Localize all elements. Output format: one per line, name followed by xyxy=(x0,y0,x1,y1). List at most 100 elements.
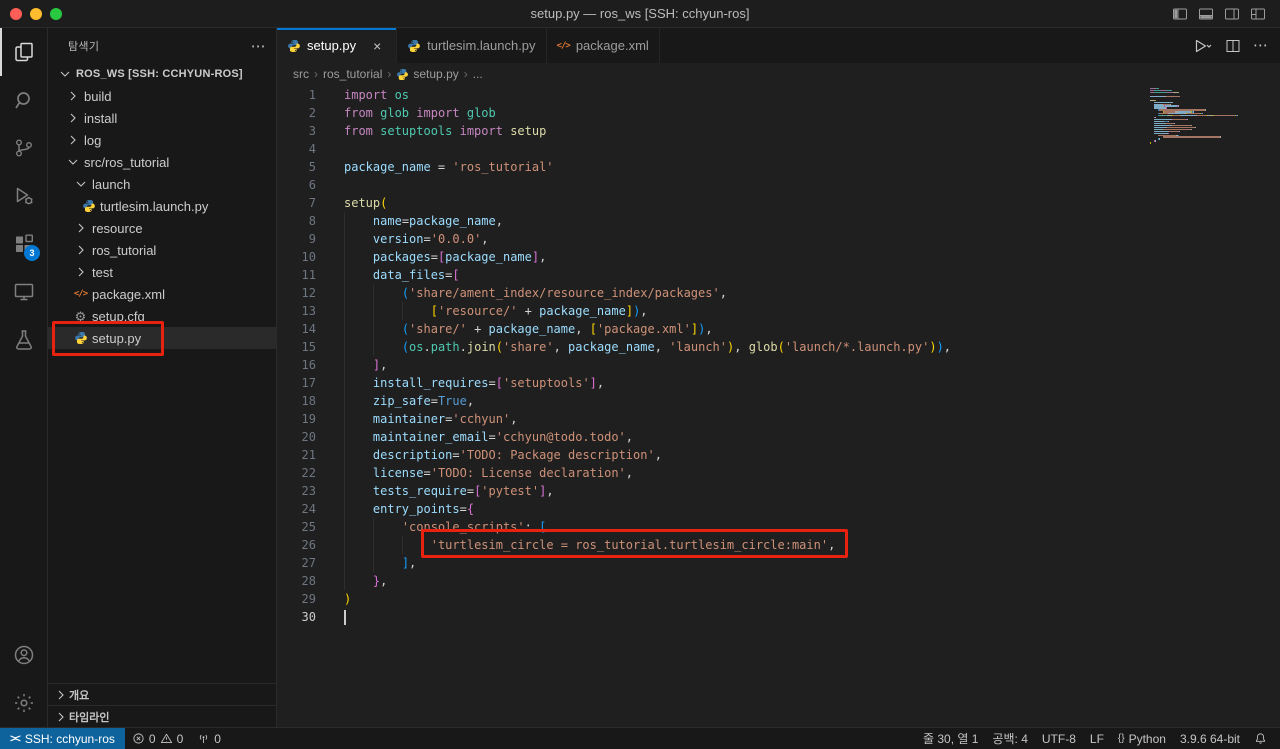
line-number[interactable]: 22 xyxy=(277,464,316,482)
code-line-20[interactable]: 20 maintainer_email ='cchyun@todo.todo', xyxy=(277,428,1280,446)
remote-indicator[interactable]: >< SSH: cchyun-ros xyxy=(0,728,125,749)
line-number[interactable]: 18 xyxy=(277,392,316,410)
line-number[interactable]: 28 xyxy=(277,572,316,590)
line-number[interactable]: 10 xyxy=(277,248,316,266)
code-line-4[interactable]: 4 xyxy=(277,140,1280,158)
tab-package-xml[interactable]: </> package.xml xyxy=(546,28,660,63)
layout-panel-icon[interactable] xyxy=(1198,6,1214,22)
line-number[interactable]: 11 xyxy=(277,266,316,284)
code-line-11[interactable]: 11 data_files =[ xyxy=(277,266,1280,284)
status-indentation[interactable]: 공백: 4 xyxy=(985,728,1034,749)
activity-settings[interactable] xyxy=(0,679,47,727)
code-line-15[interactable]: 15 (os. path. join('share', package_name, … xyxy=(277,338,1280,356)
tree-item-test[interactable]: test xyxy=(48,261,276,283)
section-outline[interactable]: 개요 xyxy=(48,683,276,705)
line-number[interactable]: 5 xyxy=(277,158,316,176)
more-actions-icon[interactable]: ⋯ xyxy=(251,37,266,55)
run-icon[interactable] xyxy=(1193,38,1213,54)
status-eol[interactable]: LF xyxy=(1083,728,1111,749)
line-number[interactable]: 20 xyxy=(277,428,316,446)
code-line-28[interactable]: 28 }, xyxy=(277,572,1280,590)
status-encoding[interactable]: UTF-8 xyxy=(1035,728,1083,749)
line-number[interactable]: 8 xyxy=(277,212,316,230)
status-notifications[interactable] xyxy=(1247,728,1274,749)
code-line-17[interactable]: 17 install_requires =['setuptools'], xyxy=(277,374,1280,392)
tree-item-setup-py[interactable]: setup.py xyxy=(48,327,276,349)
activity-extensions[interactable]: 3 xyxy=(0,220,47,268)
ports-indicator[interactable]: 0 xyxy=(190,728,228,749)
line-number[interactable]: 3 xyxy=(277,122,316,140)
breadcrumb-src[interactable]: src xyxy=(293,67,309,81)
breadcrumb-setup-py[interactable]: setup.py xyxy=(396,67,459,81)
code-line-3[interactable]: 3 from setuptools import setup xyxy=(277,122,1280,140)
tab-setup-py[interactable]: setup.py × xyxy=(277,28,398,63)
tab-turtlesim-launch-py[interactable]: turtlesim.launch.py xyxy=(397,28,547,63)
line-number[interactable]: 19 xyxy=(277,410,316,428)
code-line-19[interactable]: 19 maintainer ='cchyun', xyxy=(277,410,1280,428)
line-number[interactable]: 12 xyxy=(277,284,316,302)
code-line-6[interactable]: 6 xyxy=(277,176,1280,194)
tree-item-build[interactable]: build xyxy=(48,85,276,107)
line-number[interactable]: 9 xyxy=(277,230,316,248)
tree-item-src-ros-tutorial[interactable]: src/ros_tutorial xyxy=(48,151,276,173)
activity-source-control[interactable] xyxy=(0,124,47,172)
code-editor[interactable]: 1 import os 2 from glob import glob 3 from se… xyxy=(277,85,1280,727)
layout-customize-icon[interactable] xyxy=(1250,6,1266,22)
code-line-21[interactable]: 21 description = 'TODO: Package descriptio… xyxy=(277,446,1280,464)
tree-item-ros-tutorial[interactable]: ros_tutorial xyxy=(48,239,276,261)
minimize-button[interactable] xyxy=(30,7,42,20)
tree-item-log[interactable]: log xyxy=(48,129,276,151)
activity-explorer[interactable] xyxy=(0,28,47,76)
line-number[interactable]: 29 xyxy=(277,590,316,608)
code-line-13[interactable]: 13 ['resource/' + package_name]), xyxy=(277,302,1280,320)
line-number[interactable]: 25 xyxy=(277,518,316,536)
split-editor-icon[interactable] xyxy=(1225,38,1241,54)
tree-item-turtlesim-launch-py[interactable]: turtlesim.launch.py xyxy=(48,195,276,217)
code-line-14[interactable]: 14 ('share/' + package_name, ['package.x… xyxy=(277,320,1280,338)
status-python-interpreter[interactable]: 3.9.6 64-bit xyxy=(1173,728,1247,749)
line-number[interactable]: 6 xyxy=(277,176,316,194)
section-timeline[interactable]: 타임라인 xyxy=(48,705,276,727)
activity-remote-explorer[interactable] xyxy=(0,268,47,316)
code-line-10[interactable]: 10 packages =[package_name], xyxy=(277,248,1280,266)
line-number[interactable]: 27 xyxy=(277,554,316,572)
tree-item-package-xml[interactable]: </> package.xml xyxy=(48,283,276,305)
line-number[interactable]: 24 xyxy=(277,500,316,518)
status-language-mode[interactable]: {} Python xyxy=(1111,728,1173,749)
line-number[interactable]: 17 xyxy=(277,374,316,392)
layout-sidebar-icon[interactable] xyxy=(1172,6,1188,22)
line-number[interactable]: 30 xyxy=(277,608,316,626)
activity-run-debug[interactable] xyxy=(0,172,47,220)
code-line-23[interactable]: 23 tests_require =['pytest'], xyxy=(277,482,1280,500)
code-line-26[interactable]: 26 'turtlesim_circle = ros_tutorial.turt… xyxy=(277,536,1280,554)
activity-search[interactable] xyxy=(0,76,47,124)
tree-item-resource[interactable]: resource xyxy=(48,217,276,239)
line-number[interactable]: 14 xyxy=(277,320,316,338)
line-number[interactable]: 4 xyxy=(277,140,316,158)
code-line-5[interactable]: 5 package_name = 'ros_tutorial' xyxy=(277,158,1280,176)
code-line-7[interactable]: 7 setup( xyxy=(277,194,1280,212)
code-line-18[interactable]: 18 zip_safe = True, xyxy=(277,392,1280,410)
tree-item-install[interactable]: install xyxy=(48,107,276,129)
layout-sidebar-right-icon[interactable] xyxy=(1224,6,1240,22)
tree-item-setup-cfg[interactable]: ⚙ setup.cfg xyxy=(48,305,276,327)
code-line-2[interactable]: 2 from glob import glob xyxy=(277,104,1280,122)
more-actions-icon[interactable]: ⋯ xyxy=(1253,38,1268,53)
code-line-27[interactable]: 27 ], xyxy=(277,554,1280,572)
code-line-16[interactable]: 16 ], xyxy=(277,356,1280,374)
breadcrumb-item[interactable]: ... xyxy=(473,67,483,81)
close-button[interactable] xyxy=(10,7,22,20)
line-number[interactable]: 13 xyxy=(277,302,316,320)
code-line-30[interactable]: 30 xyxy=(277,608,1280,626)
activity-testing[interactable] xyxy=(0,316,47,364)
problems-indicator[interactable]: 0 0 xyxy=(125,728,190,749)
code-line-9[interactable]: 9 version = '0.0.0', xyxy=(277,230,1280,248)
line-number[interactable]: 23 xyxy=(277,482,316,500)
code-line-24[interactable]: 24 entry_points ={ xyxy=(277,500,1280,518)
code-line-8[interactable]: 8 name = package_name, xyxy=(277,212,1280,230)
tree-item-ros-ws-ssh-cchyun-ros[interactable]: ROS_WS [SSH: CCHYUN-ROS] xyxy=(48,63,276,85)
line-number[interactable]: 16 xyxy=(277,356,316,374)
maximize-button[interactable] xyxy=(50,7,62,20)
line-number[interactable]: 21 xyxy=(277,446,316,464)
status-cursor-position[interactable]: 줄 30, 열 1 xyxy=(916,728,985,749)
